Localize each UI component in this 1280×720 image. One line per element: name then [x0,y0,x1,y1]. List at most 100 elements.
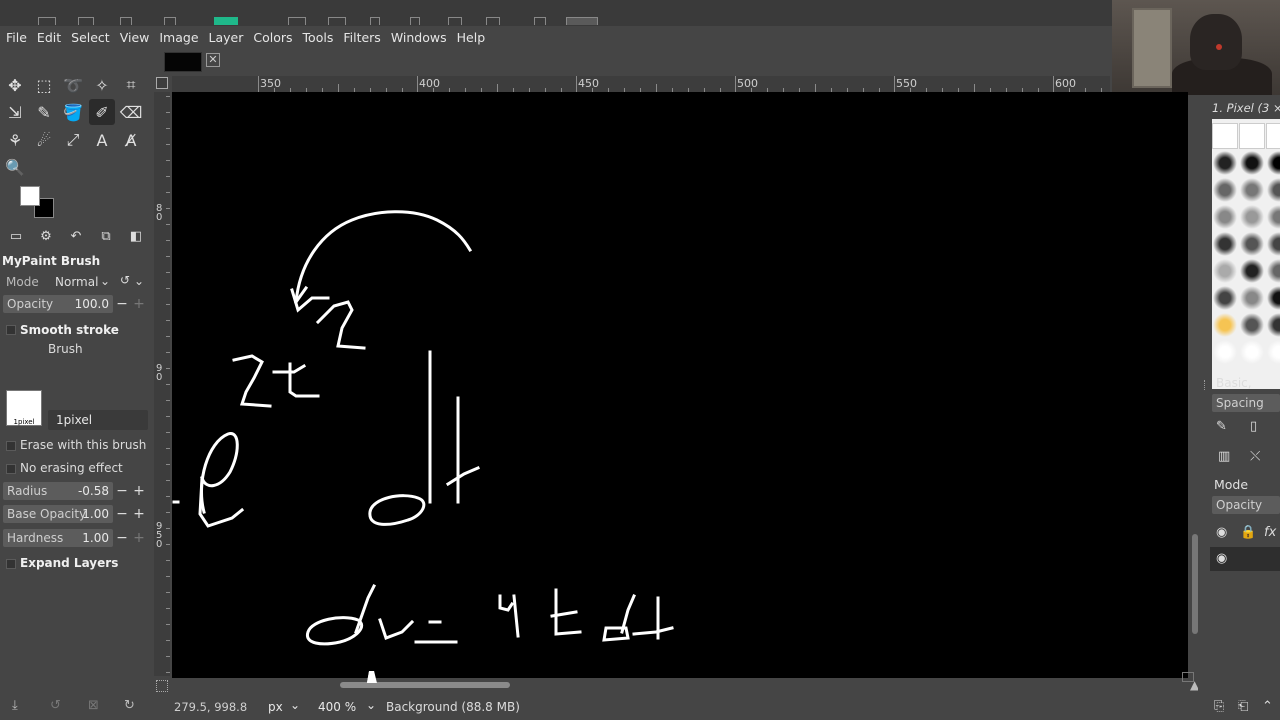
brush-thumbnail[interactable] [1266,177,1280,203]
plus-icon[interactable]: + [132,482,146,500]
base-opacity-slider[interactable]: Base Opacity 1.00 [3,505,113,523]
brush-preview[interactable]: 1pixel [6,390,42,426]
text-icon[interactable]: A [89,127,115,153]
tool-options-tab-icon[interactable]: ▭ [6,226,26,246]
fuzzy-select-icon[interactable]: ✧ [89,72,115,98]
brush-thumbnail[interactable] [1212,177,1238,203]
smooth-stroke-checkbox[interactable] [6,325,16,335]
toolbar-icon[interactable] [370,17,380,25]
move-icon[interactable]: ✥ [2,72,28,98]
layer-row[interactable]: ◉ [1210,547,1280,571]
brush-thumbnail[interactable] [1239,285,1265,311]
menu-image[interactable]: Image [159,30,198,45]
unified-transform-icon[interactable]: ⇲ [2,99,28,125]
brush-thumbnail[interactable] [1212,285,1238,311]
menu-windows[interactable]: Windows [391,30,447,45]
dock-divider[interactable] [1198,95,1210,720]
menu-edit[interactable]: Edit [37,30,61,45]
bucket-fill-icon[interactable]: 🪣 [60,99,86,125]
minus-icon[interactable]: − [115,505,129,523]
no-erasing-checkbox[interactable] [6,464,16,474]
brush-thumbnail[interactable] [1239,177,1265,203]
channels-tab-icon[interactable]: ⤬ [1250,449,1260,464]
new-layer-icon[interactable]: ⎘ [1214,699,1224,714]
brush-thumbnail[interactable] [1266,312,1280,338]
crop-icon[interactable]: ⌗ [118,72,144,98]
mode-reset-select[interactable]: ↺ ⌄ [118,273,148,291]
toolbar-icon[interactable] [78,17,94,25]
brush-thumbnail[interactable] [1212,339,1238,365]
brush-thumbnail[interactable] [1239,312,1265,338]
menu-layer[interactable]: Layer [209,30,244,45]
brush-thumbnail[interactable] [1239,204,1265,230]
mode-select[interactable]: Normal ⌄ [54,273,112,291]
measure-icon[interactable]: A̸ [118,127,144,153]
brush-thumbnail[interactable] [1212,123,1238,149]
opacity-slider[interactable]: Opacity 100.0 [3,295,113,313]
undo-history-tab-icon[interactable]: ↶ [66,226,86,246]
brush-thumbnail[interactable] [1212,150,1238,176]
brush-thumbnail[interactable] [1266,339,1280,365]
brush-thumbnail[interactable] [1239,150,1265,176]
device-status-tab-icon[interactable]: ⚙ [36,226,56,246]
brush-thumbnail[interactable] [1266,285,1280,311]
toolbar-icon[interactable] [410,17,420,25]
mypaint-brush-icon[interactable]: ✐ [89,99,115,125]
minus-icon[interactable]: − [115,295,129,313]
horizontal-ruler[interactable]: 350 400 450 500 550 600 [172,76,1110,92]
eye-icon[interactable]: ◉ [1216,525,1227,540]
toolbar-icon[interactable] [288,17,306,25]
new-group-icon[interactable]: ⎗ [1238,699,1248,714]
brush-thumbnail[interactable] [1266,150,1280,176]
foreground-color[interactable] [20,186,40,206]
toolbar-icon[interactable] [486,17,500,25]
restore-tool-preset-icon[interactable]: ↺ [50,698,61,713]
toolbar-icon[interactable] [120,17,132,25]
warp-icon[interactable]: ✎ [31,99,57,125]
path-icon[interactable]: ⤢ [60,127,86,153]
spacing-slider[interactable]: Spacing [1212,394,1280,412]
toolbar-icon[interactable] [214,17,238,25]
vertical-ruler[interactable]: 8 0 9 0 9 5 0 [154,92,170,676]
menu-filters[interactable]: Filters [343,30,380,45]
fx-icon[interactable]: fx [1264,525,1276,540]
brush-thumbnail[interactable] [1239,231,1265,257]
clone-icon[interactable]: ⚘ [2,127,28,153]
menu-help[interactable]: Help [457,30,486,45]
new-brush-icon[interactable]: ▯ [1250,419,1257,434]
zoom-fit-icon[interactable] [1182,672,1194,682]
brush-thumbnail[interactable] [1239,123,1265,149]
brush-thumbnail[interactable] [1266,258,1280,284]
brush-thumbnail[interactable] [1212,231,1238,257]
hardness-slider[interactable]: Hardness 1.00 [3,529,113,547]
menu-file[interactable]: File [6,30,27,45]
plus-icon[interactable]: + [132,295,146,313]
menu-colors[interactable]: Colors [253,30,292,45]
image-canvas[interactable] [172,92,1188,678]
layers-tab-icon[interactable]: ▥ [1218,449,1230,464]
ruler-corner[interactable] [156,77,168,89]
toolbar-icon[interactable] [328,17,346,25]
edit-brush-icon[interactable]: ✎ [1216,419,1227,434]
eraser-icon[interactable]: ⌫ [118,99,144,125]
expand-layers-checkbox[interactable] [6,559,16,569]
toolbar-icon[interactable] [164,17,176,25]
lock-icon[interactable]: 🔒 [1240,525,1256,540]
smudge-icon[interactable]: ☄ [31,127,57,153]
brush-name-field[interactable]: 1pixel [48,410,148,430]
zoom-select[interactable]: 400 % ⌄ [314,697,380,717]
brush-thumbnail[interactable] [1266,204,1280,230]
brush-thumbnail[interactable] [1212,204,1238,230]
toolbar-icon[interactable] [534,17,546,25]
brush-thumbnail[interactable] [1266,123,1280,149]
layer-opacity-slider[interactable]: Opacity [1212,496,1280,514]
brush-thumbnail[interactable] [1266,231,1280,257]
minus-icon[interactable]: − [115,529,129,547]
toolbar-icon[interactable] [566,17,598,25]
brush-thumbnail[interactable] [1212,312,1238,338]
zoom-icon[interactable]: 🔍 [2,154,28,180]
rect-select-icon[interactable]: ⬚ [31,72,57,98]
toolbar-icon[interactable] [448,17,462,25]
toolbar-icon[interactable] [38,17,56,25]
free-select-icon[interactable]: ➰ [60,72,86,98]
